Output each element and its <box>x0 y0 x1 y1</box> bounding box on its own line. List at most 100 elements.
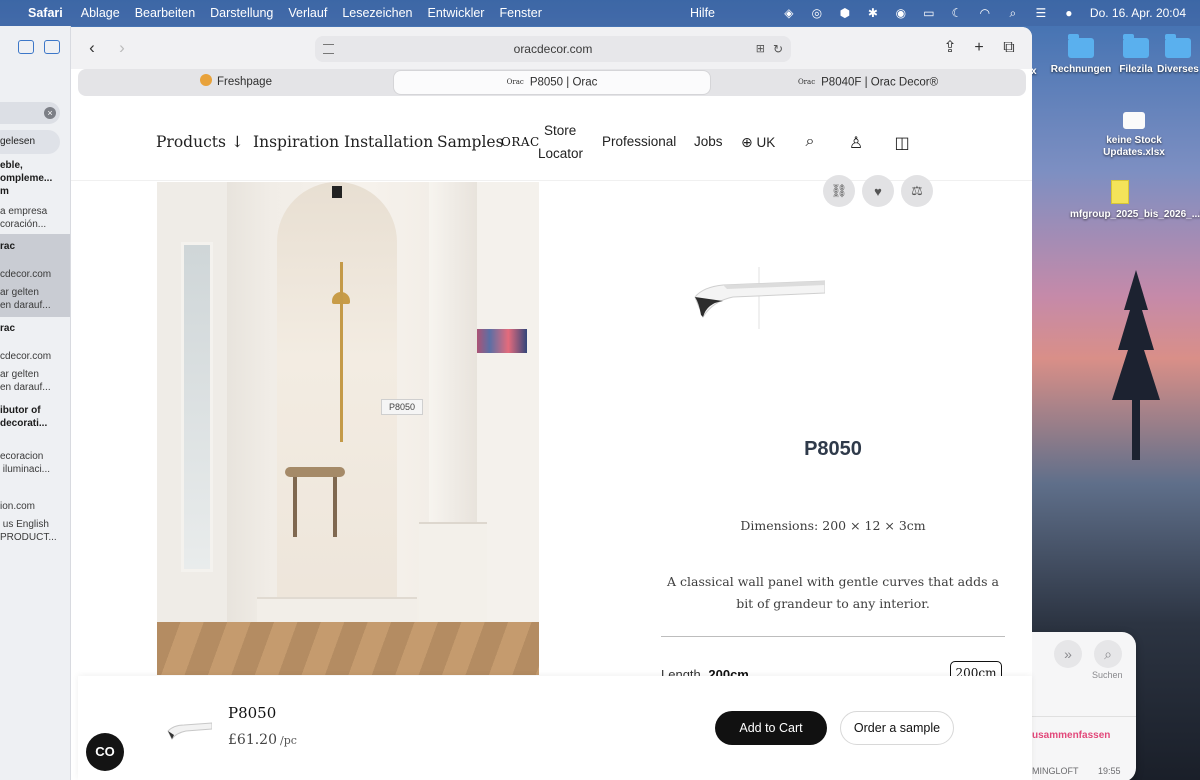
tab-label: P8040F | Orac Decor® <box>821 76 939 89</box>
sidebar-entry-desc: a empresa coración... <box>0 206 48 230</box>
photo-stool-leg <box>333 477 337 537</box>
sidebar-entry-desc: us English PRODUCT... <box>0 519 57 543</box>
bluetooth-icon[interactable]: ✱ <box>866 7 880 19</box>
widget-footer: MINGLOFT 19:55 <box>1032 766 1132 776</box>
order-sample-button[interactable]: Order a sample <box>840 711 954 745</box>
document-icon <box>1123 112 1145 129</box>
orac-favicon-icon: Orac <box>506 78 524 86</box>
status-sync-icon[interactable]: ◎ <box>810 7 824 19</box>
back-icon[interactable]: ‹ <box>81 38 103 60</box>
sidebar-filter-tab[interactable]: gelesen <box>0 130 60 154</box>
nav-inspiration[interactable]: Inspiration <box>253 133 339 151</box>
nav-products[interactable]: Products ↓ <box>156 133 244 151</box>
sticky-cart-bar: P8050 £61.20/pc Add to Cart Order a samp… <box>78 676 1032 780</box>
wifi-icon[interactable]: ◠ <box>978 7 992 19</box>
menu-bearbeiten[interactable]: Bearbeiten <box>135 6 195 20</box>
sidebar-entry-title[interactable]: eble, ompleme... m <box>0 159 52 198</box>
spotlight-search-icon[interactable]: ⌕ <box>1006 7 1020 19</box>
menu-verlauf[interactable]: Verlauf <box>288 6 327 20</box>
photo-stool-leg <box>293 477 297 537</box>
menu-hilfe[interactable]: Hilfe <box>690 6 715 20</box>
tab-freshpage[interactable]: Freshpage <box>78 69 394 96</box>
favorite-heart-icon[interactable]: ♥ <box>862 175 894 207</box>
desktop-file-mfgroup[interactable]: mfgroup_2025_bis_2026_...03.xlsx <box>1070 180 1200 221</box>
product-moulding-image <box>694 267 825 329</box>
sidebar-toolbar <box>18 40 60 54</box>
battery-icon[interactable]: ▭ <box>922 7 936 19</box>
forward-icon[interactable]: › <box>111 38 133 60</box>
menu-entwickler[interactable]: Entwickler <box>428 6 485 20</box>
reload-icon[interactable]: ↻ <box>773 36 783 62</box>
compare-scale-icon[interactable]: ⚖ <box>901 175 933 207</box>
chat-launcher-button[interactable]: CO <box>86 733 124 771</box>
menu-lesezeichen[interactable]: Lesezeichen <box>342 6 412 20</box>
menu-darstellung[interactable]: Darstellung <box>210 6 273 20</box>
sidebar-entry-desc: ar gelten en darauf... <box>0 369 51 393</box>
desktop-folder-diverses[interactable]: Diverses <box>1148 34 1200 76</box>
menu-ablage[interactable]: Ablage <box>81 6 120 20</box>
search-icon[interactable]: ⌕ <box>800 133 820 151</box>
nav-installation[interactable]: Installation <box>344 133 433 151</box>
nav-samples[interactable]: Samples <box>437 133 504 151</box>
address-bar-url[interactable]: oracdecor.com <box>514 42 593 56</box>
menu-fenster[interactable]: Fenster <box>499 6 541 20</box>
double-chevron-icon[interactable]: » <box>1054 640 1082 668</box>
globe-icon: ⊕ <box>741 134 753 150</box>
folder-label: Diverses <box>1157 64 1199 75</box>
focus-moon-icon[interactable]: ☾ <box>950 7 964 19</box>
freshpage-favicon-icon <box>200 74 212 86</box>
widget-footer-time: 19:55 <box>1098 766 1121 776</box>
nav-store-line2[interactable]: Locator <box>538 146 583 161</box>
tab-p8040f[interactable]: Orac P8040F | Orac Decor® <box>710 69 1026 96</box>
sidebar-toggle-icon[interactable] <box>44 40 60 54</box>
status-cube-icon[interactable]: ⬢ <box>838 7 852 19</box>
copy-link-icon[interactable]: ⛓ <box>823 175 855 207</box>
address-bar[interactable]: oracdecor.com ⊞ ↻ <box>315 36 791 62</box>
add-to-cart-button[interactable]: Add to Cart <box>715 711 827 745</box>
tab-label: Freshpage <box>217 76 272 88</box>
tab-overview-icon[interactable]: ⧉ <box>999 38 1019 58</box>
orac-favicon-icon: Orac <box>797 78 816 86</box>
safari-window: ‹ › oracdecor.com ⊞ ↻ ⇪ + ⧉ Freshpage Or… <box>71 27 1032 780</box>
shopping-bag-icon[interactable]: ◫ <box>892 133 912 153</box>
account-icon[interactable]: ♙ <box>846 133 866 153</box>
nav-store-line1[interactable]: Store <box>544 123 576 138</box>
tab-label: P8050 | Orac <box>529 76 598 89</box>
menubar-clock[interactable]: Do. 16. Apr. 20:04 <box>1090 6 1186 20</box>
page-menu-icon[interactable] <box>323 44 334 54</box>
product-photo[interactable]: P8050 <box>157 182 539 675</box>
product-dimensions: Dimensions: 200 × 12 × 3cm <box>740 518 926 533</box>
sidebar-entry-title[interactable]: rac <box>0 322 15 335</box>
translate-icon[interactable]: ⊞ <box>756 36 765 62</box>
orac-logo[interactable]: ORAC <box>501 135 540 149</box>
share-icon[interactable]: ⇪ <box>940 38 960 58</box>
photo-floor <box>157 622 539 675</box>
new-tab-icon[interactable]: + <box>969 38 989 58</box>
menu-app-safari[interactable]: Safari <box>28 6 63 20</box>
siri-icon[interactable]: ● <box>1062 7 1076 19</box>
control-center-icon[interactable]: ☰ <box>1034 7 1048 19</box>
sidebar-entry-desc: ar gelten en darauf... <box>0 287 51 311</box>
nav-professional[interactable]: Professional <box>602 134 676 149</box>
nav-region[interactable]: ⊕ UK <box>741 134 775 151</box>
sidebar-entry-title[interactable]: rac <box>0 240 15 253</box>
product-thumbnail <box>167 722 212 740</box>
search-icon[interactable]: ⌕ <box>1094 640 1122 668</box>
status-app-icon[interactable]: ◈ <box>782 7 796 19</box>
reading-list-sidebar: × gelesen eble, ompleme... m a empresa c… <box>0 26 71 780</box>
menubar-status-area: ◈ ◎ ⬢ ✱ ◉ ▭ ☾ ◠ ⌕ ☰ ● Do. 16. Apr. 20:04 <box>782 0 1186 26</box>
photo-painting <box>471 329 527 353</box>
photo-shower-niche <box>277 182 397 622</box>
photo-lamp <box>332 186 342 198</box>
tab-overview-icon[interactable] <box>18 40 34 54</box>
region-label: UK <box>756 135 776 150</box>
divider <box>661 636 1005 637</box>
tab-p8050[interactable]: Orac P8050 | Orac <box>394 71 710 94</box>
airdrop-icon[interactable]: ◉ <box>894 7 908 19</box>
clear-search-icon[interactable]: × <box>44 107 56 119</box>
nav-jobs[interactable]: Jobs <box>694 134 723 149</box>
summarize-button[interactable]: usammenfassen <box>1032 730 1110 741</box>
sidebar-entry-title[interactable]: ibutor of decorati... <box>0 404 47 430</box>
desktop-file-stock-updates[interactable]: keine Stock Updates.xlsx <box>1096 112 1172 159</box>
image-product-tag[interactable]: P8050 <box>381 399 423 415</box>
